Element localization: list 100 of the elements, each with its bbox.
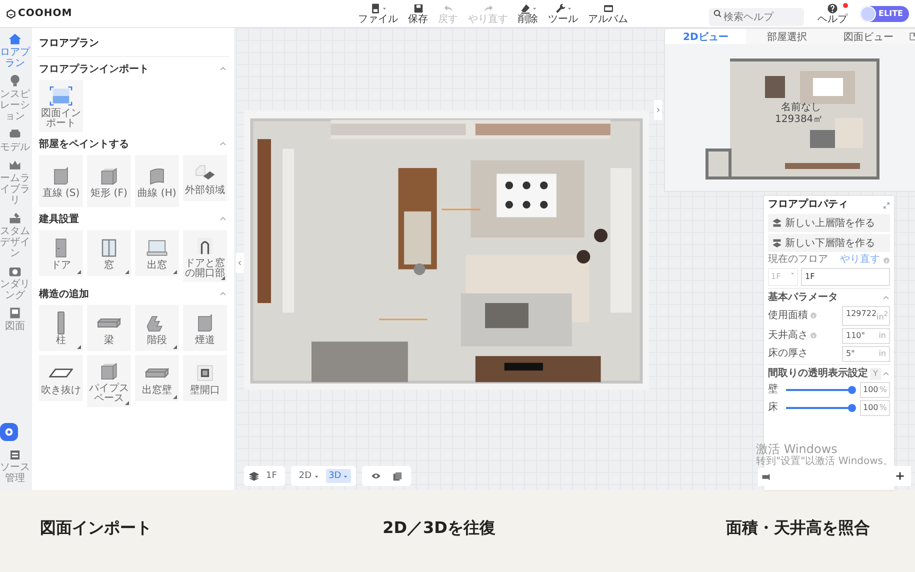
eye-icon [370, 471, 382, 481]
help-button[interactable]: ヘルプ [816, 2, 850, 24]
section-title: 間取りの透明表示設定 [768, 368, 868, 380]
toolbar-button[interactable]: ファイル [356, 2, 400, 24]
pop-out-icon [908, 32, 915, 41]
section-title: 構造の追加 [39, 288, 89, 301]
eraser-icon [520, 2, 530, 14]
picture-icon [602, 2, 614, 14]
tool-tile[interactable]: 外部領域 [183, 155, 227, 201]
activation-notice-title: 激活 Windows [756, 442, 838, 456]
caret-icon [343, 474, 348, 478]
slider-label: 壁 [768, 384, 778, 396]
stacked-pages-icon [392, 470, 404, 482]
sidebar-item[interactable]: ソース管理 [0, 449, 30, 484]
field-label: 床の厚さ [768, 348, 808, 360]
view-mode-button[interactable]: 3D [326, 469, 352, 483]
collapse-button[interactable] [654, 100, 662, 120]
expand-icon [883, 202, 890, 208]
view-tab[interactable]: 部屋選択 [746, 29, 828, 44]
view-tab[interactable]: 2Dビュー [665, 29, 746, 44]
image-import-icon [48, 84, 74, 108]
chevron-right-icon [655, 106, 661, 114]
collapse-button[interactable] [236, 253, 244, 273]
tool-tile[interactable]: 窓 [87, 230, 131, 276]
panel-title: フロアプラン [37, 28, 229, 57]
tool-tile[interactable]: 曲線 (H) [135, 155, 179, 207]
percent-field[interactable]: 100% [860, 400, 890, 416]
toolbar-button[interactable]: 削除 [516, 2, 540, 24]
sidebar-item[interactable]: スタムデザイン [0, 211, 30, 259]
slider-thumb[interactable] [848, 386, 856, 394]
chat-bubble-icon [4, 427, 14, 437]
sidebar-item[interactable]: モデル [0, 127, 30, 153]
section-title: 基本パラメータ [768, 292, 838, 304]
tool-tile[interactable]: 矩形 (F) [87, 155, 131, 207]
chat-button[interactable] [0, 423, 18, 441]
toolbar-button[interactable]: ツール [546, 2, 580, 24]
layers-icon [249, 471, 259, 481]
view-mode-button[interactable]: 2D [296, 469, 322, 483]
tool-tile[interactable]: ドアと窓の開口部 [183, 230, 227, 282]
plan-label: ELITE [878, 9, 903, 18]
drawing-sheet-icon [8, 306, 22, 320]
tool-tile[interactable]: 吹き抜け [39, 355, 83, 401]
wrench-icon [554, 2, 566, 14]
resource-icon [9, 449, 21, 461]
floor-selector[interactable]: 1F [244, 466, 285, 486]
tool-tile[interactable]: 壁開口 [183, 355, 227, 401]
avatar[interactable] [860, 6, 876, 22]
redo-icon [482, 2, 494, 14]
slider-thumb[interactable] [848, 404, 856, 412]
floor-opening-icon [49, 368, 73, 378]
percent-field[interactable]: 100% [860, 382, 890, 398]
sidebar-item[interactable]: ームライブラリ [0, 158, 30, 206]
tool-tile[interactable]: 柱 [39, 305, 83, 351]
number-field[interactable]: 129722in$^{2}$ [842, 306, 890, 326]
toolbar-button[interactable]: アルバム [586, 2, 630, 24]
tool-tile[interactable]: パイプスペース [87, 355, 131, 407]
tool-tile[interactable]: 梁 [87, 305, 131, 351]
caret-icon [790, 271, 795, 276]
floor-name-field[interactable]: 1F [801, 268, 890, 286]
house-icon [8, 32, 22, 46]
sidebar-item[interactable]: ンスピレーション [0, 74, 30, 122]
tool-tile[interactable]: 図面インポート [39, 80, 83, 132]
sidebar-item[interactable]: ロアプラン [0, 32, 30, 69]
search-field[interactable]: 検索ヘルプ [708, 8, 804, 26]
logo-icon [6, 8, 16, 18]
light-bulb-icon [8, 74, 22, 88]
app-logo: COOHOM [18, 8, 72, 19]
tool-tile[interactable]: ドア [39, 230, 83, 276]
field-label: 天井高さ [768, 330, 808, 342]
question-mark-icon [827, 2, 838, 14]
toolbar-button[interactable]: 保存 [406, 2, 430, 24]
floor-label: 1F [265, 470, 278, 483]
beam-icon [97, 318, 121, 328]
number-field[interactable]: 110" in [842, 328, 890, 344]
tool-tile[interactable]: 階段 [135, 305, 179, 351]
room-name: 名前なし [781, 102, 821, 113]
plus-icon [895, 471, 905, 481]
caret-icon [532, 6, 536, 10]
field-label: 現在のフロア [768, 254, 828, 266]
beam-icon [145, 368, 169, 378]
tool-tile[interactable]: 出窓 [135, 230, 179, 276]
caption: 図面インポート [40, 518, 152, 538]
search-icon [712, 8, 722, 18]
tool-tile[interactable]: 出窓壁 [135, 355, 179, 401]
section-title: 部屋をペイントする [39, 138, 129, 151]
camera-view-icon [761, 472, 771, 482]
tool-tile[interactable]: 直線 (S) [39, 155, 83, 207]
number-field[interactable]: 5" in [842, 346, 890, 362]
slider-label: 床 [768, 402, 778, 414]
room-area: 129384㎡ [775, 114, 824, 125]
column-icon [57, 310, 65, 334]
section-title: 建具設置 [39, 212, 79, 226]
caret-icon [566, 6, 572, 10]
view-tab[interactable]: 図面ビュー [828, 29, 909, 44]
sidebar-item[interactable]: ンダリング [0, 264, 30, 301]
add-floor-button[interactable]: 新しい下層階を作る [768, 234, 890, 252]
tool-tile[interactable]: 煙道 [183, 305, 227, 351]
caret-icon [382, 6, 386, 10]
add-floor-button[interactable]: 新しい上層階を作る [768, 214, 890, 232]
sidebar-item[interactable]: 図面 [0, 306, 30, 332]
